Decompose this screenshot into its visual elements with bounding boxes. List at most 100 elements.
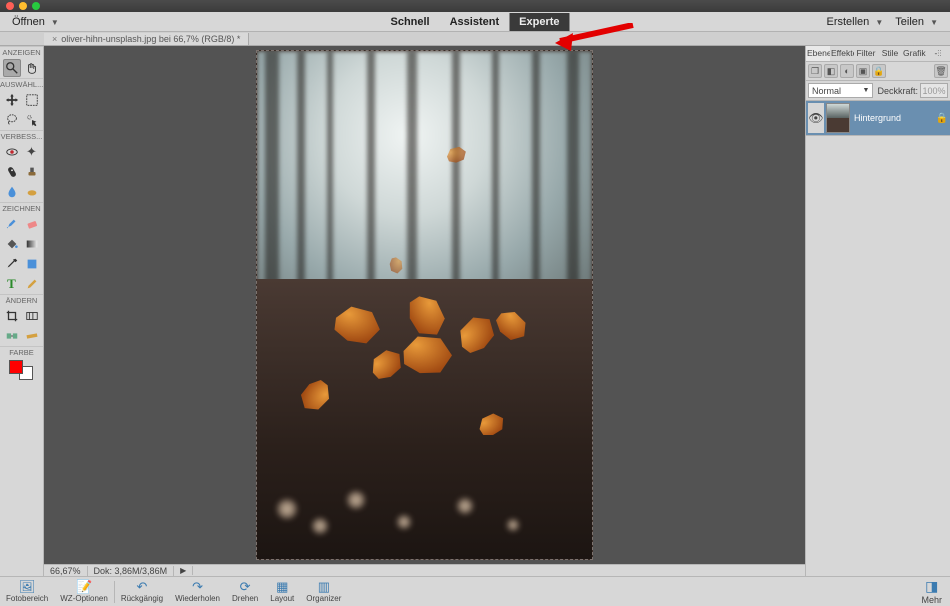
eyedropper-tool[interactable] (3, 255, 21, 273)
lock-layer-icon[interactable]: 🔒 (872, 64, 886, 78)
rotate-button[interactable]: ⟳ Drehen (226, 580, 264, 603)
erstellen-button[interactable]: Erstellen ▼ (820, 16, 889, 28)
layout-button[interactable]: ▦ Layout (264, 580, 300, 603)
tab-assistent[interactable]: Assistent (440, 13, 510, 31)
document-tab-strip: × oliver-hihn-unsplash.jpg bei 66,7% (RG… (0, 32, 950, 46)
open-menu-button[interactable]: Öffnen ▼ (6, 16, 65, 28)
zoom-tool[interactable] (3, 59, 21, 77)
right-panel: Ebenen Effekte Filter Stile Grafike -⫶⫶ … (805, 46, 950, 576)
eraser-tool[interactable] (23, 215, 41, 233)
fotobereich-button[interactable]: 🖼 Fotobereich (0, 580, 54, 603)
document-tab[interactable]: × oliver-hihn-unsplash.jpg bei 66,7% (RG… (44, 33, 249, 45)
section-aendern: ÄNDERN (0, 294, 43, 306)
opacity-label: Deckkraft: (877, 86, 918, 96)
section-anzeigen: ANZEIGEN (0, 46, 43, 58)
new-layer-icon[interactable]: ❐ (808, 64, 822, 78)
canvas-viewport[interactable] (44, 46, 805, 564)
document-size: Dok: 3,86M/3,86M (88, 566, 175, 576)
top-bar: Öffnen ▼ Schnell Assistent Experte Erste… (0, 12, 950, 32)
chevron-down-icon: ▼ (51, 18, 59, 27)
maximize-window-icon[interactable] (32, 2, 40, 10)
adjustment-layer-icon[interactable]: ◐ (840, 64, 854, 78)
document-tab-label: oliver-hihn-unsplash.jpg bei 66,7% (RGB/… (61, 34, 240, 44)
sponge-tool[interactable] (23, 183, 41, 201)
layer-row[interactable]: 👁 Hintergrund 🔒 (806, 101, 950, 136)
tab-schnell[interactable]: Schnell (380, 13, 439, 31)
panel-tab-grafike[interactable]: Grafike (902, 46, 926, 61)
photo-bin-icon: 🖼 (18, 580, 36, 594)
quick-select-tool[interactable] (23, 111, 41, 129)
paint-bucket-tool[interactable] (3, 235, 21, 253)
brush-tool[interactable] (3, 215, 21, 233)
undo-button[interactable]: ↶ Rückgängig (115, 580, 169, 603)
rotate-icon: ⟳ (236, 580, 254, 594)
tab-experte[interactable]: Experte (509, 13, 569, 31)
panel-tab-more[interactable]: -⫶⫶ (926, 46, 950, 61)
teilen-label: Teilen (895, 16, 924, 28)
blend-mode-select[interactable]: Normal ▼ (808, 83, 873, 98)
wz-label: WZ-Optionen (60, 594, 108, 603)
clone-stamp-tool[interactable] (23, 163, 41, 181)
whiten-teeth-tool[interactable]: ✦ (23, 143, 41, 161)
redeye-tool[interactable] (3, 143, 21, 161)
undo-label: Rückgängig (121, 594, 163, 603)
opacity-input[interactable]: 100% (920, 83, 948, 98)
organizer-button[interactable]: ▥ Organizer (300, 580, 347, 603)
mehr-label: Mehr (921, 595, 942, 605)
panel-tab-stile[interactable]: Stile (878, 46, 902, 61)
layer-mask-icon[interactable]: ▣ (856, 64, 870, 78)
section-verbessern: VERBESS... (0, 130, 43, 142)
redo-icon: ↷ (189, 580, 207, 594)
status-chevron-icon[interactable]: ▶ (174, 566, 193, 575)
close-window-icon[interactable] (6, 2, 14, 10)
content-aware-tool[interactable] (3, 327, 21, 345)
marquee-tool[interactable] (23, 91, 41, 109)
lasso-tool[interactable] (3, 111, 21, 129)
undo-icon: ↶ (133, 580, 151, 594)
opacity-value: 100% (922, 86, 945, 96)
chevron-down-icon: ▼ (863, 87, 870, 94)
open-menu-label: Öffnen (12, 16, 45, 28)
organizer-icon: ▥ (315, 580, 333, 594)
chevron-down-icon: ▼ (930, 18, 938, 27)
gradient-tool[interactable] (23, 235, 41, 253)
blur-tool[interactable] (3, 183, 21, 201)
document-image (256, 50, 593, 560)
panel-tab-effekte[interactable]: Effekte (830, 46, 854, 61)
zoom-level[interactable]: 66,67% (44, 566, 88, 576)
layer-lock-icon[interactable]: 🔒 (936, 113, 948, 124)
rotate-label: Drehen (232, 594, 258, 603)
status-bar: 66,67% Dok: 3,86M/3,86M ▶ (44, 564, 805, 576)
redo-button[interactable]: ↷ Wiederholen (169, 580, 226, 603)
section-auswahl: AUSWÄHL... (0, 78, 43, 90)
wz-optionen-button[interactable]: 📝 WZ-Optionen (54, 580, 114, 603)
move-tool[interactable] (3, 91, 21, 109)
erstellen-label: Erstellen (826, 16, 869, 28)
chevron-down-icon: ▼ (875, 18, 883, 27)
panel-tab-ebenen[interactable]: Ebenen (806, 46, 830, 61)
mehr-button[interactable]: ◨ Mehr (913, 578, 950, 605)
pencil-tool[interactable] (23, 275, 41, 293)
spot-heal-tool[interactable] (3, 163, 21, 181)
layout-icon: ▦ (273, 580, 291, 594)
layer-group-icon[interactable]: ◧ (824, 64, 838, 78)
panel-tab-filter[interactable]: Filter (854, 46, 878, 61)
fotobereich-label: Fotobereich (6, 594, 48, 603)
layer-visibility-icon[interactable]: 👁 (808, 103, 824, 133)
recompose-tool[interactable] (23, 307, 41, 325)
hand-tool[interactable] (23, 59, 41, 77)
blend-mode-value: Normal (812, 86, 841, 96)
teilen-button[interactable]: Teilen ▼ (889, 16, 944, 28)
layout-label: Layout (270, 594, 294, 603)
crop-tool[interactable] (3, 307, 21, 325)
delete-layer-icon[interactable]: 🗑 (934, 64, 948, 78)
text-tool[interactable]: T (3, 275, 21, 293)
color-swatches[interactable] (9, 360, 35, 380)
close-tab-icon[interactable]: × (52, 34, 57, 44)
foreground-color-swatch[interactable] (9, 360, 23, 374)
redo-label: Wiederholen (175, 594, 220, 603)
section-farbe: FARBE (0, 346, 43, 358)
minimize-window-icon[interactable] (19, 2, 27, 10)
straighten-tool[interactable] (23, 327, 41, 345)
shape-tool[interactable] (23, 255, 41, 273)
